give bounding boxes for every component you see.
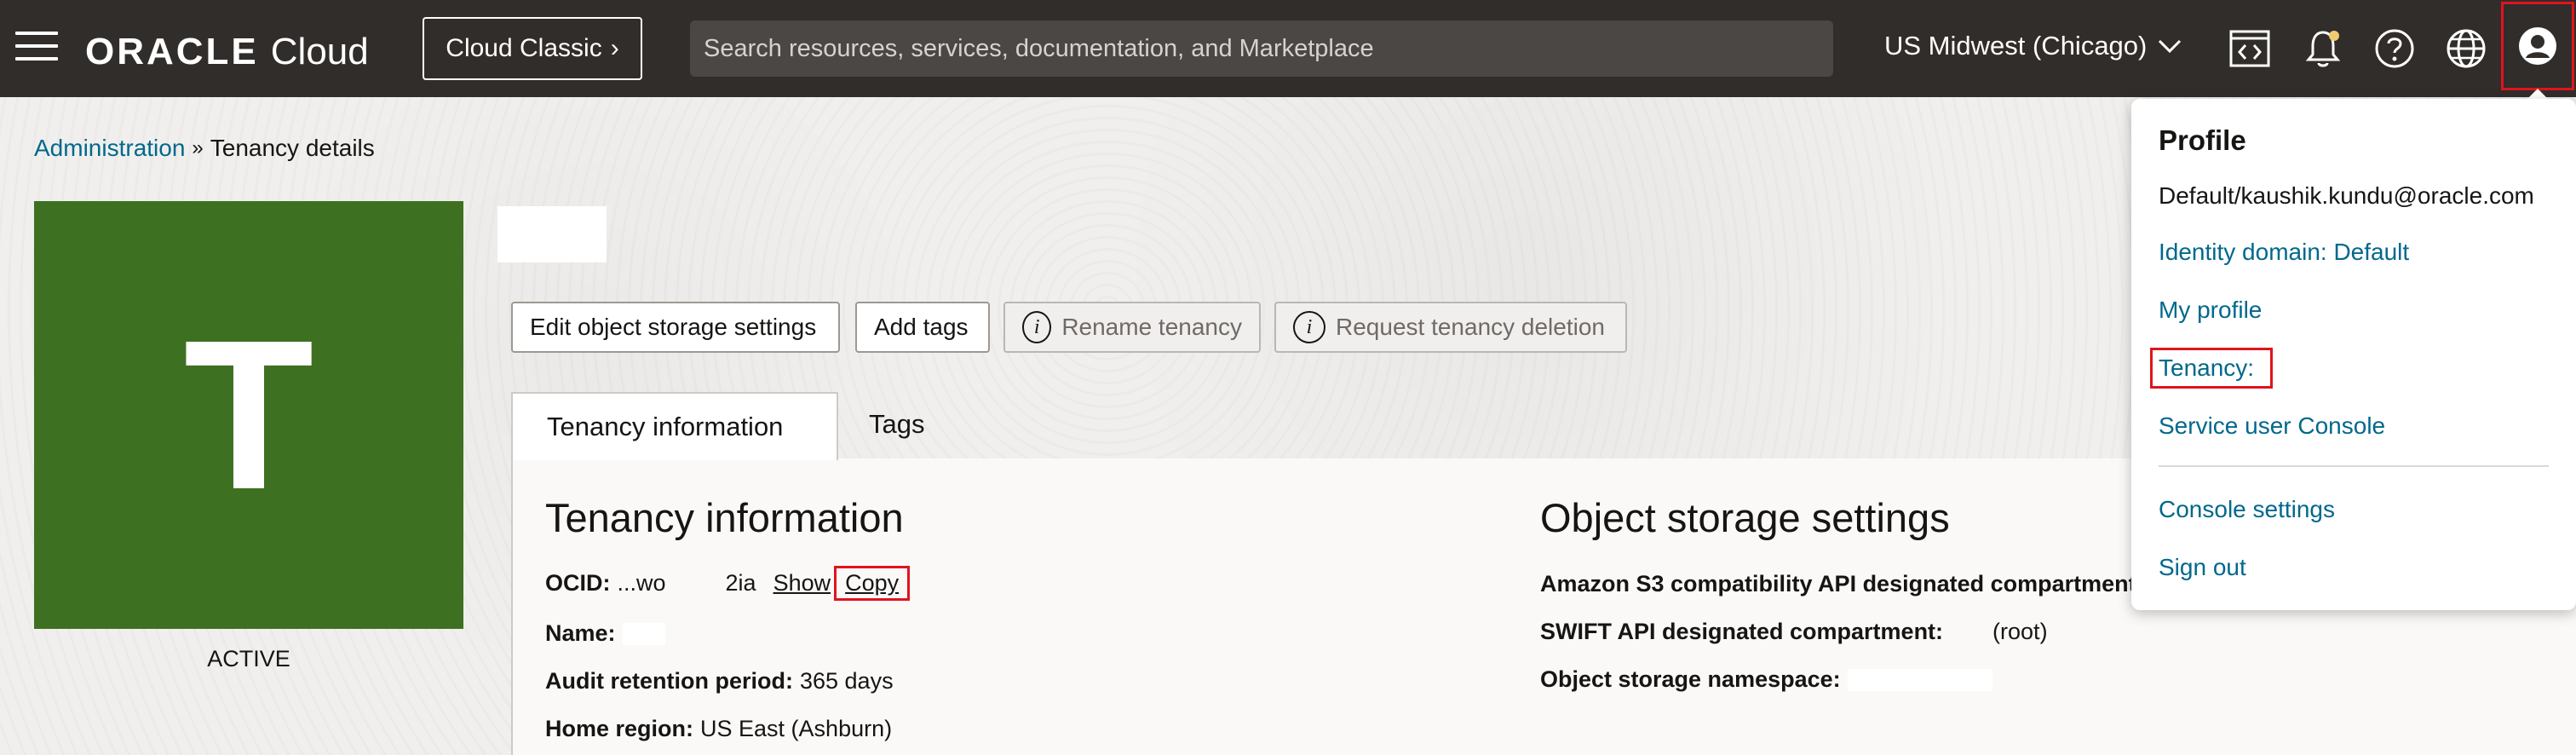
profile-button[interactable] (2501, 2, 2574, 90)
breadcrumb: Administration » Tenancy details (34, 135, 375, 162)
rename-tenancy-button[interactable]: i Rename tenancy (1003, 302, 1261, 353)
search-placeholder: Search resources, services, documentatio… (704, 34, 1374, 62)
tab-tenancy-information[interactable]: Tenancy information (511, 392, 838, 460)
oracle-cloud-logo[interactable]: ORACLE Cloud (85, 31, 369, 73)
edit-object-storage-label: Edit object storage settings (530, 314, 817, 340)
audit-row: Audit retention period: 365 days (545, 668, 894, 694)
edit-object-storage-button[interactable]: Edit object storage settings (511, 302, 840, 353)
help-icon[interactable] (2372, 26, 2418, 72)
s3-compartment-label: Amazon S3 compatibility API designated c… (1540, 571, 2144, 597)
ocid-label: OCID: (545, 570, 611, 596)
object-storage-heading: Object storage settings (1540, 495, 1950, 540)
bell-icon[interactable] (2300, 26, 2346, 72)
swift-compartment-label: SWIFT API designated compartment: (1540, 619, 1944, 644)
my-profile-link[interactable]: My profile (2159, 297, 2262, 324)
ocid-show-link[interactable]: Show (773, 570, 831, 597)
cloud-classic-label: Cloud Classic (446, 34, 602, 62)
home-region-value: US East (Ashburn) (700, 716, 893, 741)
ocid-copy-link[interactable]: Copy (834, 566, 911, 601)
console-settings-link[interactable]: Console settings (2159, 496, 2335, 523)
top-navigation-bar: ORACLE Cloud Cloud Classic › Search resou… (0, 0, 2576, 97)
info-icon: i (1022, 311, 1052, 343)
tenancy-link[interactable]: Tenancy: (2159, 354, 2254, 382)
info-icon: i (1293, 311, 1325, 343)
tab-tenancy-information-label: Tenancy information (547, 412, 784, 441)
code-editor-icon[interactable] (2227, 26, 2273, 72)
hamburger-menu-icon[interactable] (15, 32, 58, 66)
home-region-row: Home region: US East (Ashburn) (545, 716, 892, 742)
profile-dropdown-menu: Profile Default/kaushik.kundu@oracle.com… (2131, 99, 2576, 610)
status-label: ACTIVE (207, 646, 290, 671)
cloud-classic-button[interactable]: Cloud Classic › (423, 17, 642, 80)
profile-user-name: Default/kaushik.kundu@oracle.com (2159, 182, 2534, 209)
swift-compartment-value: (root) (1992, 619, 2048, 644)
breadcrumb-separator: » (192, 136, 204, 159)
redacted-name-value (622, 622, 665, 645)
sign-out-link[interactable]: Sign out (2159, 554, 2246, 581)
profile-icon (2519, 27, 2556, 65)
tenancy-initial: T (183, 296, 314, 533)
rename-tenancy-label: Rename tenancy (1061, 314, 1242, 340)
audit-value: 365 days (799, 668, 894, 694)
search-input[interactable]: Search resources, services, documentatio… (690, 20, 1833, 77)
tenancy-information-heading: Tenancy information (545, 495, 904, 540)
ocid-prefix: ...wo (617, 570, 666, 596)
breadcrumb-administration-link[interactable]: Administration (34, 135, 185, 162)
namespace-row: Object storage namespace: (1540, 666, 1992, 693)
redacted-namespace-value (1847, 668, 1992, 691)
tenancy-avatar-tile: T (34, 201, 463, 629)
redacted-tenancy-name (497, 206, 607, 262)
ocid-suffix: 2ia (725, 570, 756, 596)
service-user-console-link[interactable]: Service user Console (2159, 412, 2385, 440)
chevron-down-icon (2159, 39, 2182, 54)
swift-compartment-row: SWIFT API designated compartment: (root) (1540, 619, 2048, 645)
ocid-row: OCID: ...wo 2ia Show Copy (545, 566, 911, 601)
request-tenancy-deletion-button[interactable]: i Request tenancy deletion (1274, 302, 1627, 353)
name-row: Name: (545, 620, 665, 647)
home-region-label: Home region: (545, 716, 694, 741)
profile-menu-title: Profile (2159, 124, 2246, 156)
logo-product: Cloud (270, 31, 369, 72)
namespace-label: Object storage namespace: (1540, 666, 1841, 692)
logo-brand: ORACLE (85, 31, 259, 72)
name-label: Name: (545, 620, 616, 646)
request-tenancy-deletion-label: Request tenancy deletion (1336, 314, 1605, 340)
s3-compartment-row: Amazon S3 compatibility API designated c… (1540, 571, 2151, 597)
audit-label: Audit retention period: (545, 668, 793, 694)
globe-icon[interactable] (2443, 26, 2489, 72)
add-tags-button[interactable]: Add tags (855, 302, 990, 353)
menu-divider (2159, 465, 2549, 467)
tab-tags[interactable]: Tags (869, 409, 924, 440)
region-selector[interactable]: US Midwest (Chicago) (1884, 31, 2182, 61)
chevron-right-icon: › (610, 34, 619, 62)
add-tags-label: Add tags (874, 314, 969, 340)
identity-domain-link[interactable]: Identity domain: Default (2159, 239, 2409, 266)
breadcrumb-current: Tenancy details (210, 135, 375, 161)
region-label: US Midwest (Chicago) (1884, 31, 2148, 61)
